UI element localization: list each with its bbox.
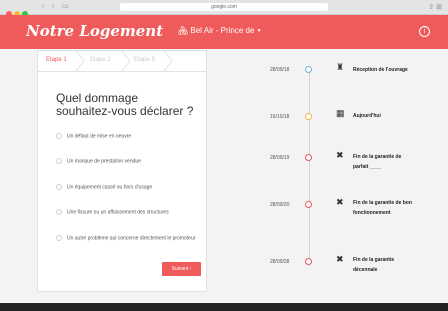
option-fissure[interactable]: Une fissure ou un affaissement des struc… (56, 209, 196, 216)
browser-window: ‹ › ▭ google.com ⇧ ⊞ Notre Logement 🏘 Be… (0, 0, 448, 303)
timeline-dot (305, 201, 312, 208)
timeline-dot (305, 154, 312, 161)
share-icon[interactable]: ⇧ ⊞ (428, 3, 442, 11)
timeline-date: 28/09/28 (270, 259, 290, 265)
timeline-label: Fin de la garantie de bon fonctionnement (353, 200, 412, 216)
timeline-dot (305, 113, 312, 120)
url-bar[interactable]: google.com (120, 3, 328, 11)
forward-icon[interactable]: › (48, 3, 58, 11)
timeline-dot (305, 66, 312, 73)
location-label: Bel Air - Prince de (190, 26, 255, 35)
timeline-label: Fin de la garantie de parfait ____ (353, 154, 402, 170)
close-x-icon: ✖ (336, 150, 344, 160)
timeline-label: Fin de la garantie décennale (353, 257, 395, 273)
option-defaut[interactable]: Un défaut de mise en oeuvre (56, 133, 196, 140)
back-icon[interactable]: ‹ (38, 3, 48, 11)
close-x-icon: ✖ (336, 254, 344, 264)
step-1[interactable]: Etape 1 (46, 57, 67, 63)
option-autre[interactable]: Un autre problème qui concerne directeme… (56, 235, 201, 242)
calendar-icon: ▦ (336, 108, 345, 118)
declaration-card: Etape 1 Etape 2 Etape 3 Quel dommage sou… (37, 50, 207, 292)
desktop-taskbar (0, 303, 448, 311)
step-separator (122, 51, 131, 71)
location-selector[interactable]: 🏘 Bel Air - Prince de ▼ (178, 26, 262, 35)
option-equipement[interactable]: Un équipement cassé ou hors d'usage (56, 184, 196, 191)
radio-button[interactable] (56, 133, 62, 139)
app-header: Notre Logement 🏘 Bel Air - Prince de ▼ i (0, 15, 448, 49)
timeline-label: Aujourd'hui (353, 113, 381, 119)
browser-chrome: ‹ › ▭ google.com ⇧ ⊞ (0, 0, 448, 17)
timeline-dot (305, 258, 312, 265)
option-label: Un équipement cassé ou hors d'usage (67, 184, 153, 191)
option-label: Une fissure ou un affaissement des struc… (67, 209, 169, 216)
step-2[interactable]: Etape 2 (90, 57, 111, 63)
step-separator (76, 51, 85, 71)
building-icon: ♜ (336, 62, 345, 72)
sidebar-icon[interactable]: ▭ (60, 3, 70, 11)
option-label: Un défaut de mise en oeuvre (67, 133, 132, 140)
home-group-icon: 🏘 (178, 26, 189, 35)
radio-button[interactable] (56, 158, 62, 164)
next-button[interactable]: Suivant › (162, 262, 201, 276)
step-indicator: Etape 1 Etape 2 Etape 3 (38, 51, 206, 72)
option-label: Un manque de prestation vendue (67, 158, 141, 165)
timeline-date: 28/09/19 (270, 155, 290, 161)
chevron-down-icon: ▼ (256, 27, 262, 34)
timeline-date: 28/09/18 (270, 67, 290, 73)
radio-button[interactable] (56, 209, 62, 215)
timeline-date: 16/10/18 (270, 114, 290, 120)
info-icon[interactable]: i (419, 26, 430, 37)
radio-button[interactable] (56, 235, 62, 241)
timeline-date: 28/09/20 (270, 202, 290, 208)
radio-button[interactable] (56, 184, 62, 190)
step-separator (164, 51, 173, 71)
brand-logo[interactable]: Notre Logement (26, 22, 163, 40)
form-question: Quel dommage souhaitez-vous déclarer ? (56, 91, 194, 118)
close-x-icon: ✖ (336, 197, 344, 207)
option-prestation[interactable]: Un manque de prestation vendue (56, 158, 196, 165)
step-3[interactable]: Etape 3 (134, 57, 155, 63)
timeline-line (309, 70, 310, 266)
option-label: Un autre problème qui concerne directeme… (67, 235, 196, 242)
timeline-label: Réception de l'ouvrage (353, 67, 408, 73)
